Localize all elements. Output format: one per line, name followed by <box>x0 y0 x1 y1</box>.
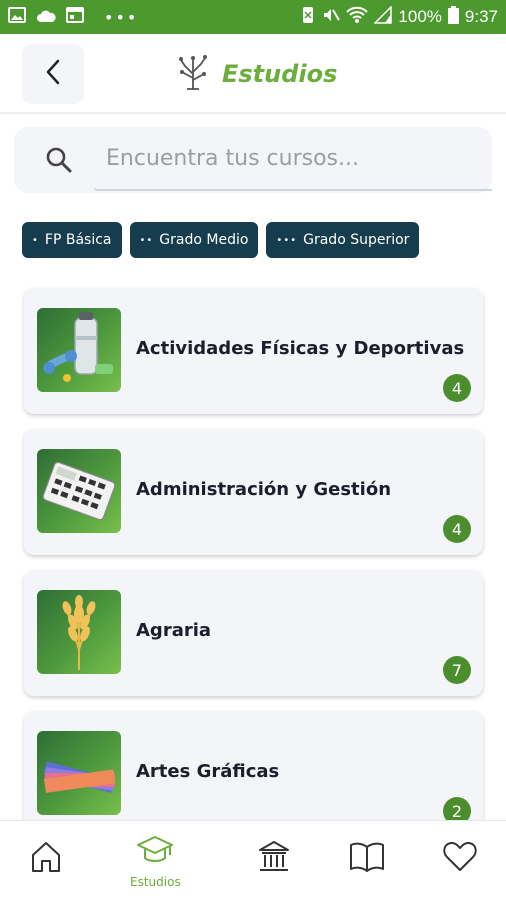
back-button[interactable] <box>22 44 84 104</box>
book-icon <box>348 839 386 879</box>
level-dots: •• <box>139 234 154 246</box>
battery-icon <box>447 5 459 29</box>
category-card[interactable]: Artes Gráficas 2 <box>24 711 483 837</box>
category-list: Actividades Físicas y Deportivas 4 Admin… <box>24 288 483 852</box>
search-icon <box>46 147 72 177</box>
chevron-left-icon <box>45 59 61 89</box>
heart-icon <box>442 839 478 877</box>
clock: 9:37 <box>464 7 498 26</box>
bottom-navigation: Estudios <box>0 820 506 900</box>
category-label: Artes Gráficas <box>136 761 280 782</box>
water-bottle-dumbbell-icon <box>37 308 121 392</box>
wheat-icon <box>37 590 121 674</box>
nav-label: Estudios <box>130 875 181 889</box>
level-filters: • FP Básica •• Grado Medio ••• Grado Sup… <box>22 222 420 258</box>
cloud-icon <box>36 8 56 27</box>
category-card[interactable]: Agraria 7 <box>24 570 483 696</box>
page-title-group: Estudios <box>176 54 337 94</box>
wifi-icon <box>346 6 369 29</box>
tree-logo-icon <box>176 54 210 94</box>
course-count-badge: 7 <box>443 656 471 684</box>
filter-label: Grado Medio <box>159 232 249 248</box>
category-label: Administración y Gestión <box>136 479 392 500</box>
home-icon <box>28 839 64 879</box>
mute-icon <box>322 6 341 29</box>
signal-icon <box>373 4 393 29</box>
search-input[interactable] <box>94 127 492 191</box>
category-card[interactable]: Actividades Físicas y Deportivas 4 <box>24 288 483 414</box>
image-notification-icon <box>8 7 26 27</box>
nav-estudios[interactable]: Estudios <box>130 833 181 889</box>
nav-institutions[interactable] <box>256 839 292 879</box>
more-notifications-icon: ••• <box>104 7 139 27</box>
nav-favorites[interactable] <box>442 839 478 877</box>
nav-library[interactable] <box>348 839 386 879</box>
calendar-icon <box>66 7 84 27</box>
status-bar: ••• 100% 9:37 <box>0 0 506 34</box>
category-label: Agraria <box>136 620 212 641</box>
filter-grado-medio[interactable]: •• Grado Medio <box>129 222 259 258</box>
filter-grado-superior[interactable]: ••• Grado Superior <box>266 222 420 258</box>
battery-percent: 100% <box>398 7 442 26</box>
calculator-icon <box>37 449 121 533</box>
level-dots: • <box>32 234 39 246</box>
institution-icon <box>256 839 292 879</box>
app-bar: Estudios <box>0 34 506 114</box>
category-card[interactable]: Administración y Gestión 4 <box>24 429 483 555</box>
search-bar <box>14 127 492 193</box>
course-count-badge: 4 <box>443 374 471 402</box>
filter-label: FP Básica <box>44 232 112 248</box>
filter-fp-basica[interactable]: • FP Básica <box>22 222 122 258</box>
filter-label: Grado Superior <box>303 232 410 248</box>
vibrate-icon <box>300 6 316 29</box>
category-label: Actividades Físicas y Deportivas <box>136 338 465 359</box>
page-title: Estudios <box>222 60 338 88</box>
level-dots: ••• <box>276 234 298 246</box>
color-swatches-icon <box>37 731 121 815</box>
nav-home[interactable] <box>28 839 64 879</box>
course-count-badge: 4 <box>443 515 471 543</box>
graduation-cap-icon <box>136 833 174 871</box>
